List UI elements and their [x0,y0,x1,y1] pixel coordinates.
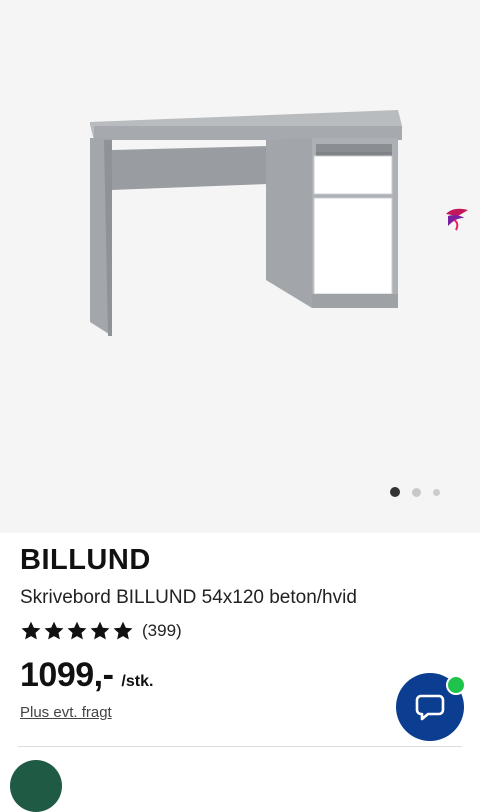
star-icon [44,621,64,640]
product-rating[interactable]: (399) [20,620,182,642]
product-image-gallery[interactable] [0,0,480,533]
product-title: Skrivebord BILLUND 54x120 beton/hvid [20,587,357,608]
product-price: 1099,- [20,656,114,694]
price-unit: /stk. [121,673,154,690]
shipping-link[interactable]: Plus evt. fragt [20,704,112,721]
chat-online-indicator [446,675,466,695]
pagination-dot-3[interactable] [433,488,440,496]
rating-count: (399) [142,621,182,640]
star-icon [67,621,87,640]
partner-badge[interactable] [436,196,480,240]
product-brand: BILLUND [20,544,151,576]
price-row: 1099,- /stk. [20,656,153,695]
avatar[interactable] [10,760,62,812]
pagination-dot-2[interactable] [412,487,421,497]
star-icon [21,621,41,640]
gallery-pagination[interactable] [390,487,440,497]
hummingbird-icon [446,208,468,231]
star-icon [113,621,133,640]
chat-bubble-icon [415,694,445,721]
pagination-dot-1[interactable] [390,487,400,497]
desk-image [90,110,402,336]
divider [18,746,462,747]
rating-stars [20,620,134,642]
star-icon [90,621,110,640]
